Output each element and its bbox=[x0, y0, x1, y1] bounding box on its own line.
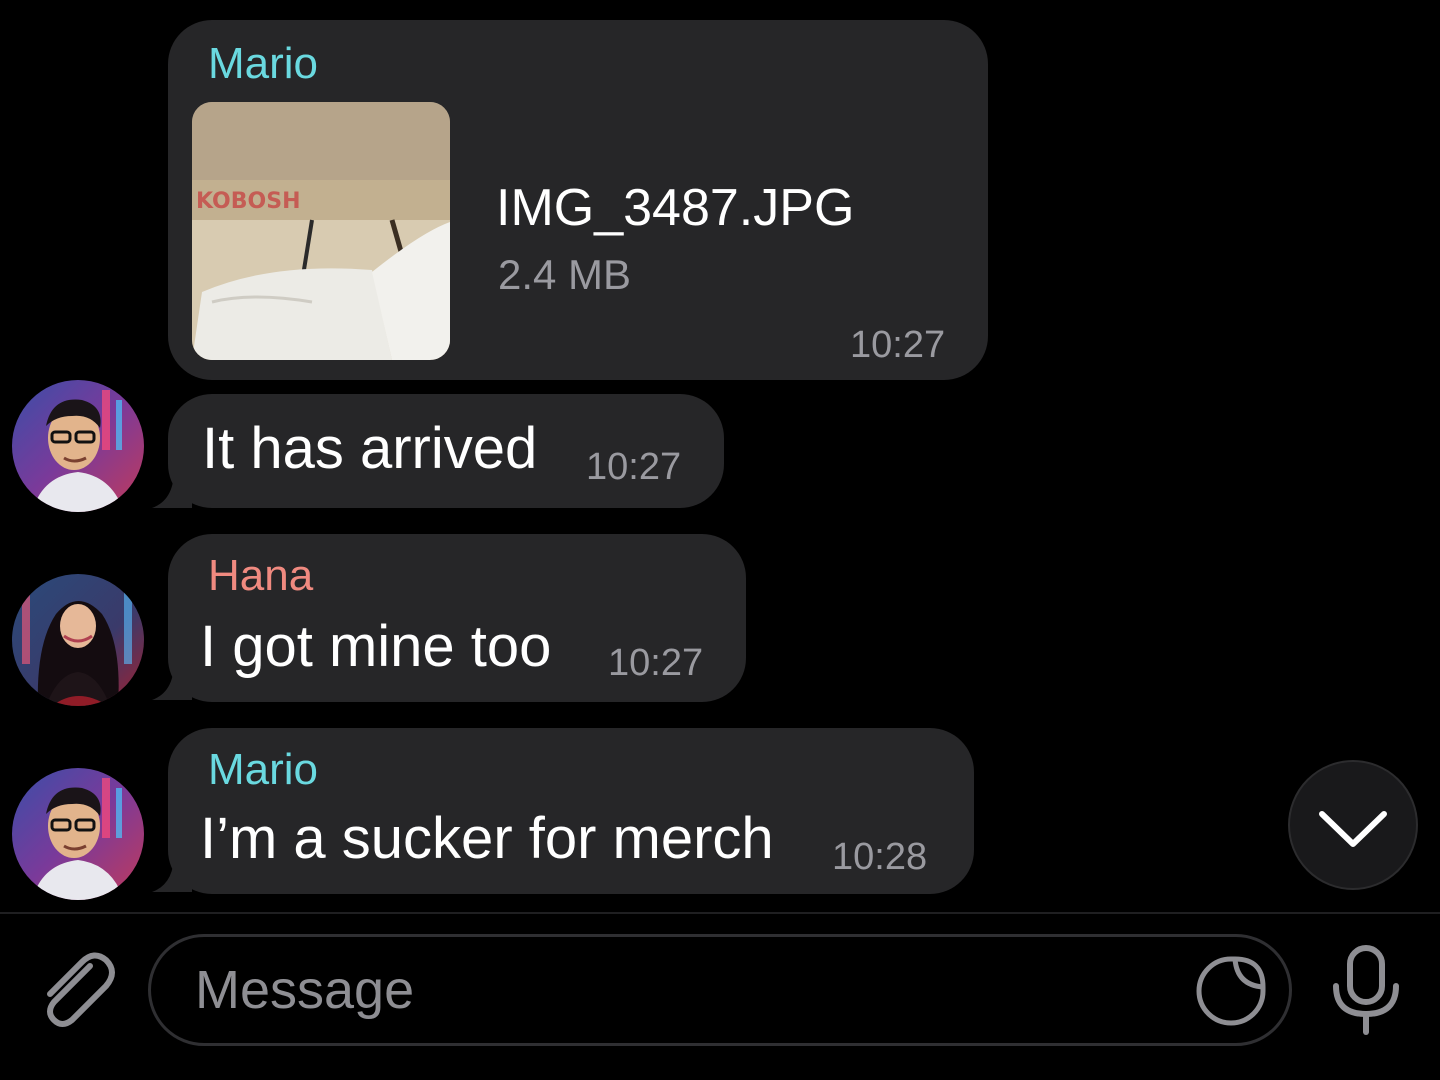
paperclip-icon bbox=[47, 952, 115, 1027]
file-thumbnail[interactable]: KOBOSH bbox=[192, 102, 450, 360]
chat-history[interactable]: Mario KOBOSH IMG_3487.JPG 2.4 MB 10:27 I… bbox=[0, 0, 1440, 912]
message-bubble[interactable]: Mario I’m a sucker for merch 10:28 bbox=[168, 728, 974, 894]
attach-button[interactable] bbox=[30, 944, 122, 1036]
avatar-hana[interactable] bbox=[12, 574, 144, 706]
message-text[interactable]: I got mine too bbox=[200, 618, 551, 676]
message-text[interactable]: I’m a sucker for merch bbox=[200, 810, 774, 868]
message-text[interactable]: It has arrived bbox=[202, 420, 537, 478]
file-size: 2.4 MB bbox=[498, 251, 632, 298]
voice-message-button[interactable] bbox=[1322, 942, 1410, 1038]
message-time: 10:27 bbox=[586, 446, 682, 488]
avatar-mario[interactable] bbox=[12, 768, 144, 900]
message-bubble[interactable]: It has arrived 10:27 bbox=[168, 394, 724, 508]
avatar-image bbox=[12, 574, 144, 706]
message-time: 10:28 bbox=[832, 836, 928, 878]
message-bubble[interactable]: Hana I got mine too 10:27 bbox=[168, 534, 746, 702]
scroll-to-bottom-button[interactable] bbox=[1288, 760, 1418, 890]
file-name[interactable]: IMG_3487.JPG bbox=[496, 182, 854, 234]
bubble-tail bbox=[152, 854, 192, 892]
message-time: 10:27 bbox=[850, 324, 946, 366]
microphone-icon bbox=[1333, 945, 1399, 1035]
bubble-tail bbox=[152, 662, 192, 700]
svg-text:KOBOSH: KOBOSH bbox=[196, 189, 301, 214]
message-bubble-file[interactable]: Mario KOBOSH IMG_3487.JPG 2.4 MB 10:27 bbox=[168, 20, 988, 380]
avatar-image bbox=[12, 768, 144, 900]
sender-name[interactable]: Mario bbox=[208, 748, 318, 792]
avatar-mario[interactable] bbox=[12, 380, 144, 512]
sticker-button[interactable] bbox=[1191, 951, 1271, 1031]
sender-name[interactable]: Mario bbox=[208, 42, 318, 86]
message-input-bar: Message bbox=[0, 912, 1440, 1080]
message-placeholder: Message bbox=[195, 960, 415, 1020]
message-input[interactable]: Message bbox=[148, 934, 1292, 1046]
sender-name[interactable]: Hana bbox=[208, 554, 313, 598]
photo-thumbnail-image: KOBOSH bbox=[192, 102, 450, 360]
chevron-down-icon bbox=[1319, 811, 1387, 847]
bubble-tail bbox=[152, 470, 192, 508]
avatar-image bbox=[12, 380, 144, 512]
message-time: 10:27 bbox=[608, 642, 704, 684]
sticker-icon bbox=[1196, 956, 1266, 1026]
